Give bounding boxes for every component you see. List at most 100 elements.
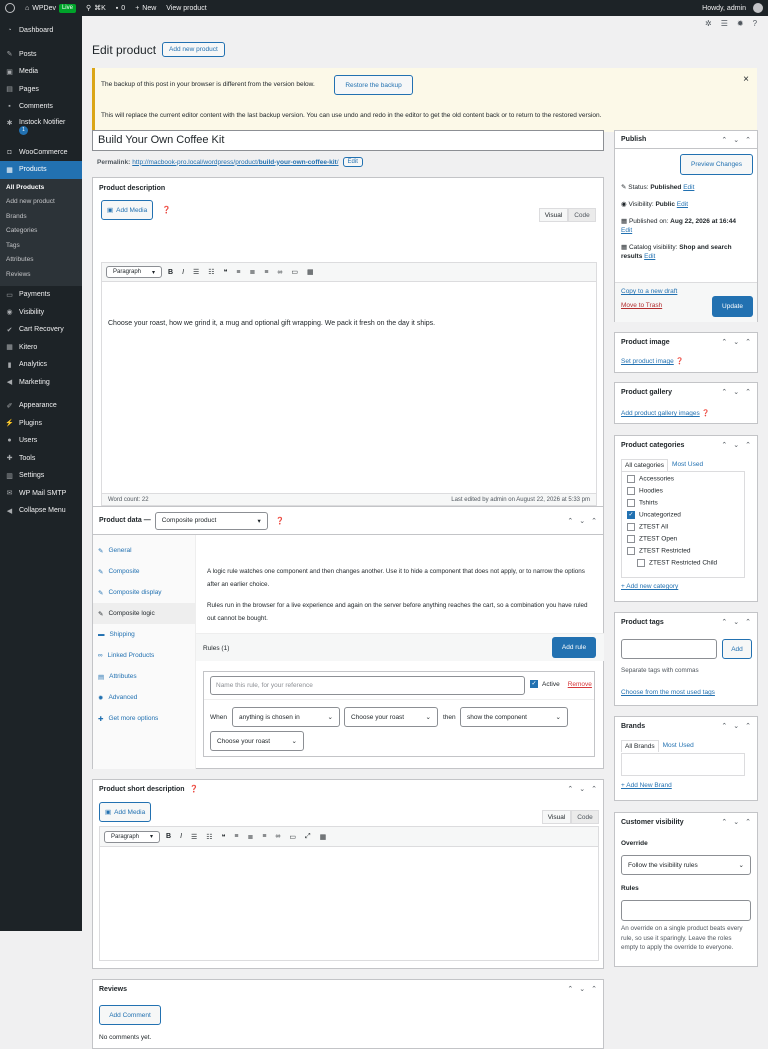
move-down-icon[interactable]: ⌄: [733, 441, 739, 449]
target-component-select[interactable]: Choose your roast ⌄: [210, 731, 304, 751]
add-new-product-button[interactable]: Add new product: [162, 42, 225, 57]
menu-users[interactable]: ● Users: [0, 432, 82, 450]
move-up-icon[interactable]: ⌃: [721, 818, 727, 826]
edit-visibility-link[interactable]: Edit: [677, 201, 688, 208]
comments-link[interactable]: ▪ 0: [111, 0, 130, 16]
add-media-button[interactable]: ▣ Add Media: [101, 200, 154, 220]
move-up-icon[interactable]: ⌃: [721, 618, 727, 626]
source-component-select[interactable]: Choose your roast ⌄: [344, 707, 438, 727]
menu-cart-recovery[interactable]: ✔ Cart Recovery: [0, 321, 82, 339]
format-select[interactable]: Paragraph ▾: [106, 266, 162, 278]
category-item[interactable]: ZTEST Restricted Child: [622, 559, 744, 571]
submenu-brands[interactable]: Brands: [0, 210, 82, 225]
category-item[interactable]: ✓ Uncategorized: [622, 511, 744, 523]
tab-composite[interactable]: ✎ Composite: [93, 561, 195, 582]
menu-marketing[interactable]: ◀ Marketing: [0, 374, 82, 392]
set-product-image-link[interactable]: Set product image: [621, 358, 674, 365]
menu-kitero[interactable]: ▦ Kitero: [0, 339, 82, 357]
category-item[interactable]: ZTEST Open: [622, 535, 744, 547]
choose-most-used-tags-link[interactable]: Choose from the most used tags: [621, 689, 715, 696]
toggle-panel-icon[interactable]: ⌃: [591, 517, 597, 525]
menu-comments[interactable]: ▪ Comments: [0, 98, 82, 116]
read-more-icon[interactable]: ▭: [289, 833, 296, 841]
product-title-input[interactable]: Build Your Own Coffee Kit: [92, 130, 604, 151]
rule-name-input[interactable]: Name this rule, for your reference: [210, 676, 525, 695]
bold-icon[interactable]: B: [166, 833, 171, 840]
toggle-panel-icon[interactable]: ⌃: [745, 818, 751, 826]
howdy-account-link[interactable]: Howdy, admin: [697, 0, 768, 16]
menu-collapse[interactable]: ◀ Collapse Menu: [0, 502, 82, 520]
move-down-icon[interactable]: ⌄: [733, 722, 739, 730]
override-select[interactable]: Follow the visibility rules ⌄: [621, 855, 751, 875]
view-product-link[interactable]: View product: [161, 0, 211, 16]
site-name-link[interactable]: ⌂ WPDev Live: [20, 0, 81, 16]
short-description-editor[interactable]: [99, 846, 599, 961]
align-left-icon[interactable]: ≡: [234, 833, 238, 840]
new-content-link[interactable]: + New: [130, 0, 161, 16]
menu-woocommerce[interactable]: ◘ WooCommerce: [0, 144, 82, 162]
help-icon[interactable]: ❓: [190, 785, 199, 793]
menu-tools[interactable]: ✚ Tools: [0, 450, 82, 468]
move-up-icon[interactable]: ⌃: [721, 338, 727, 346]
add-media-button[interactable]: ▣ Add Media: [99, 802, 152, 822]
category-item[interactable]: Hoodies: [622, 487, 744, 499]
number-list-icon[interactable]: ☷: [208, 268, 214, 276]
move-down-icon[interactable]: ⌄: [733, 338, 739, 346]
move-down-icon[interactable]: ⌄: [579, 985, 585, 993]
tag-input[interactable]: [621, 639, 717, 659]
toggle-panel-icon[interactable]: ⌃: [745, 338, 751, 346]
italic-icon[interactable]: I: [180, 833, 182, 840]
category-item[interactable]: Accessories: [622, 475, 744, 487]
menu-media[interactable]: ▣ Media: [0, 63, 82, 81]
remove-rule-link[interactable]: Remove: [568, 681, 592, 688]
add-rule-button[interactable]: Add rule: [552, 637, 596, 658]
move-down-icon[interactable]: ⌄: [733, 388, 739, 396]
tab-general[interactable]: ✎ General: [93, 540, 195, 561]
preview-changes-button[interactable]: Preview Changes: [680, 154, 753, 175]
move-up-icon[interactable]: ⌃: [567, 517, 573, 525]
submenu-tags[interactable]: Tags: [0, 239, 82, 254]
menu-instock-notifier[interactable]: ✱ Instock Notifier 1: [0, 116, 82, 140]
condition-select[interactable]: anything is chosen in ⌄: [232, 707, 340, 727]
description-editor[interactable]: Choose your roast, how we grind it, a mu…: [101, 281, 597, 494]
tab-composite-display[interactable]: ✎ Composite display: [93, 582, 195, 603]
read-more-icon[interactable]: ▭: [291, 268, 298, 276]
menu-dashboard[interactable]: ◔ Dashboard: [0, 22, 82, 40]
tab-visual[interactable]: Visual: [539, 208, 568, 222]
active-checkbox[interactable]: ✓: [530, 680, 538, 688]
add-tag-button[interactable]: Add: [722, 639, 752, 659]
align-right-icon[interactable]: ≡: [264, 269, 268, 276]
italic-icon[interactable]: I: [182, 269, 184, 276]
tab-advanced[interactable]: ✹ Advanced: [93, 687, 195, 708]
format-select[interactable]: Paragraph ▾: [104, 830, 160, 843]
help-icon[interactable]: ❓: [702, 410, 710, 417]
align-left-icon[interactable]: ≡: [236, 269, 240, 276]
submenu-categories[interactable]: Categories: [0, 224, 82, 239]
tab-most-used[interactable]: Most Used: [668, 459, 707, 471]
bold-icon[interactable]: B: [168, 269, 173, 276]
submenu-reviews[interactable]: Reviews: [0, 268, 82, 283]
link-icon[interactable]: ∞: [277, 269, 282, 276]
add-new-brand-link[interactable]: + Add New Brand: [621, 782, 672, 789]
permalink-edit-button[interactable]: Edit: [342, 157, 363, 167]
menu-payments[interactable]: ▭ Payments: [0, 286, 82, 304]
tab-code[interactable]: Code: [568, 208, 596, 222]
move-up-icon[interactable]: ⌃: [567, 785, 573, 793]
category-item[interactable]: ZTEST Restricted: [622, 547, 744, 559]
add-comment-button[interactable]: Add Comment: [99, 1005, 161, 1025]
move-down-icon[interactable]: ⌄: [579, 785, 585, 793]
menu-visibility[interactable]: ◉ Visibility: [0, 304, 82, 322]
toggle-panel-icon[interactable]: ⌃: [745, 618, 751, 626]
toggle-panel-icon[interactable]: ⌃: [745, 722, 751, 730]
menu-settings[interactable]: ▥ Settings: [0, 467, 82, 485]
move-up-icon[interactable]: ⌃: [721, 388, 727, 396]
move-down-icon[interactable]: ⌄: [579, 517, 585, 525]
move-down-icon[interactable]: ⌄: [733, 818, 739, 826]
tab-attributes[interactable]: ▤ Attributes: [93, 666, 195, 687]
category-item[interactable]: ZTEST All: [622, 523, 744, 535]
help-icon[interactable]: ❓: [676, 358, 684, 365]
align-center-icon[interactable]: ≣: [249, 268, 255, 276]
tab-visual[interactable]: Visual: [542, 810, 571, 824]
tab-composite-logic[interactable]: ✎ Composite logic: [93, 603, 195, 624]
number-list-icon[interactable]: ☷: [206, 833, 212, 841]
